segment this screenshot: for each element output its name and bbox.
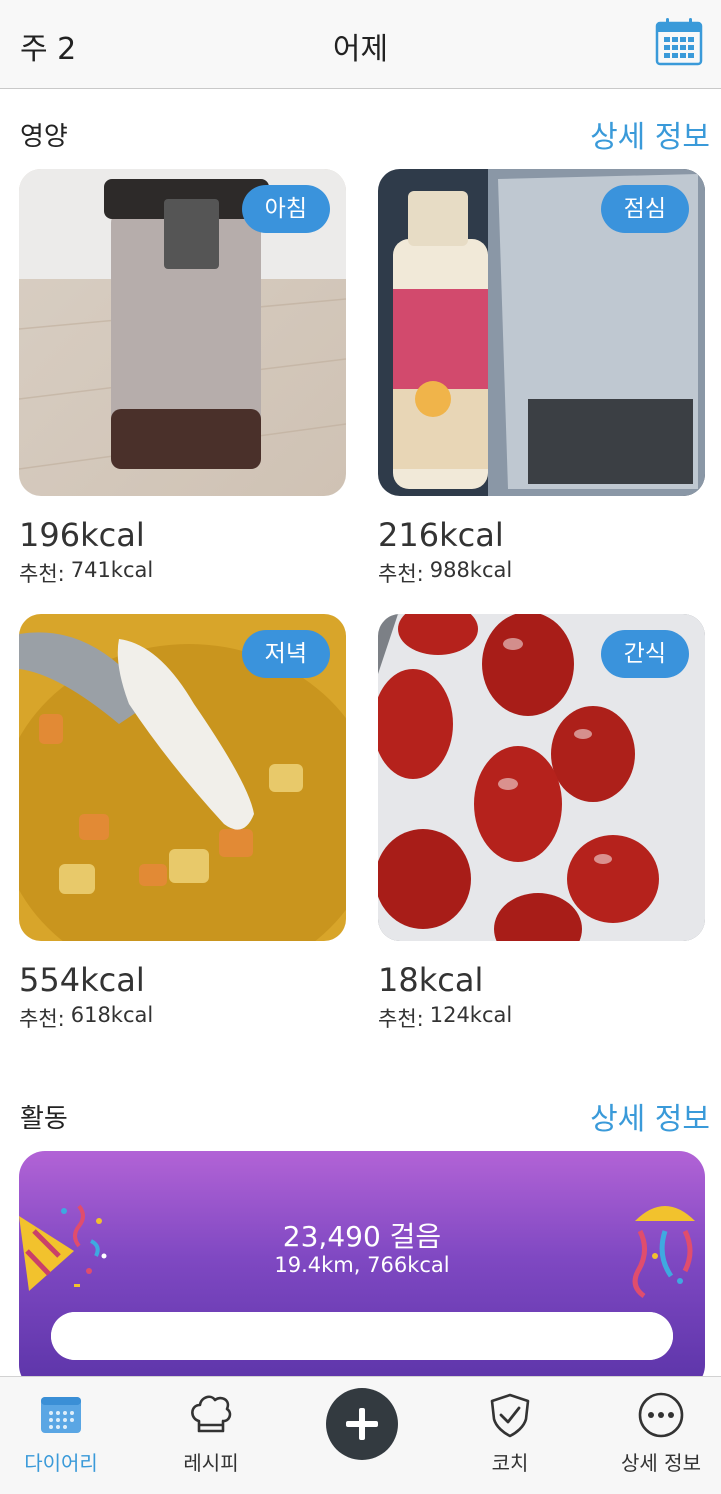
recommendation-value: 988kcal <box>429 558 513 582</box>
more-dots-icon <box>637 1391 685 1439</box>
activity-section-title: 활동 <box>20 1104 68 1134</box>
meal-badge-dinner[interactable]: 저녁 <box>241 630 330 678</box>
page-title: 어제 <box>332 32 389 67</box>
activity-summary: 19.4km, 766kcal <box>274 1253 450 1277</box>
meal-card-snack[interactable]: 간식 18kcal 추천: 124kcal <box>378 614 705 1033</box>
meal-badge-snack[interactable]: 간식 <box>600 630 689 678</box>
tab-label: 다이어리 <box>24 1451 98 1475</box>
meal-kcal: 196kcal <box>19 516 145 554</box>
breakfast-photo[interactable]: 아침 <box>19 169 346 496</box>
recommendation-label: 추천: <box>378 1007 424 1031</box>
recommendation-label: 추천: <box>19 1007 65 1031</box>
meal-card-lunch[interactable]: 점심 216kcal 추천: 988kcal <box>378 169 705 588</box>
recommendation-value: 124kcal <box>429 1003 513 1027</box>
shield-check-icon <box>486 1391 534 1439</box>
tab-label: 코치 <box>491 1451 529 1475</box>
meal-card-dinner[interactable]: 저녁 554kcal 추천: 618kcal <box>19 614 346 1033</box>
meal-kcal: 216kcal <box>378 516 504 554</box>
tab-label: 레시피 <box>183 1451 239 1475</box>
plus-icon <box>346 1408 378 1440</box>
calendar-icon[interactable] <box>654 17 704 67</box>
tab-more[interactable]: 상세 정보 <box>589 1377 721 1494</box>
lunch-photo[interactable]: 점심 <box>378 169 705 496</box>
activity-card[interactable]: 23,490 걸음 19.4km, 766kcal <box>19 1151 705 1391</box>
calendar-icon <box>37 1391 85 1439</box>
recommendation-label: 추천: <box>378 562 424 586</box>
recommendation-value: 618kcal <box>70 1003 154 1027</box>
meal-recommendation: 추천: 618kcal <box>19 1003 346 1033</box>
steps-progress-fill <box>51 1312 673 1360</box>
tab-label: 상세 정보 <box>621 1451 701 1475</box>
recommendation-value: 741kcal <box>70 558 154 582</box>
meal-badge-lunch[interactable]: 점심 <box>600 185 689 233</box>
top-bar: 주 2 어제 <box>0 0 721 89</box>
meal-recommendation: 추천: 124kcal <box>378 1003 705 1033</box>
tab-coach[interactable]: 코치 <box>438 1377 582 1494</box>
meal-recommendation: 추천: 988kcal <box>378 558 705 588</box>
meal-recommendation: 추천: 741kcal <box>19 558 346 588</box>
steps-progress-bar <box>51 1312 673 1360</box>
tab-diary[interactable]: 다이어리 <box>0 1377 133 1494</box>
steps-count: 23,490 걸음 <box>282 1220 442 1253</box>
meal-card-breakfast[interactable]: 아침 196kcal 추천: 741kcal <box>19 169 346 588</box>
nutrition-section-title: 영양 <box>20 122 68 152</box>
nutrition-details-link[interactable]: 상세 정보 <box>590 112 710 156</box>
activity-details-link[interactable]: 상세 정보 <box>590 1094 710 1138</box>
meal-kcal: 18kcal <box>378 961 484 999</box>
meal-badge-breakfast[interactable]: 아침 <box>241 185 330 233</box>
tab-recipes[interactable]: 레시피 <box>139 1377 283 1494</box>
chef-hat-icon <box>187 1391 235 1439</box>
snack-photo[interactable]: 간식 <box>378 614 705 941</box>
add-entry-button[interactable] <box>326 1388 398 1460</box>
meal-kcal: 554kcal <box>19 961 145 999</box>
dinner-photo[interactable]: 저녁 <box>19 614 346 941</box>
recommendation-label: 추천: <box>19 562 65 586</box>
